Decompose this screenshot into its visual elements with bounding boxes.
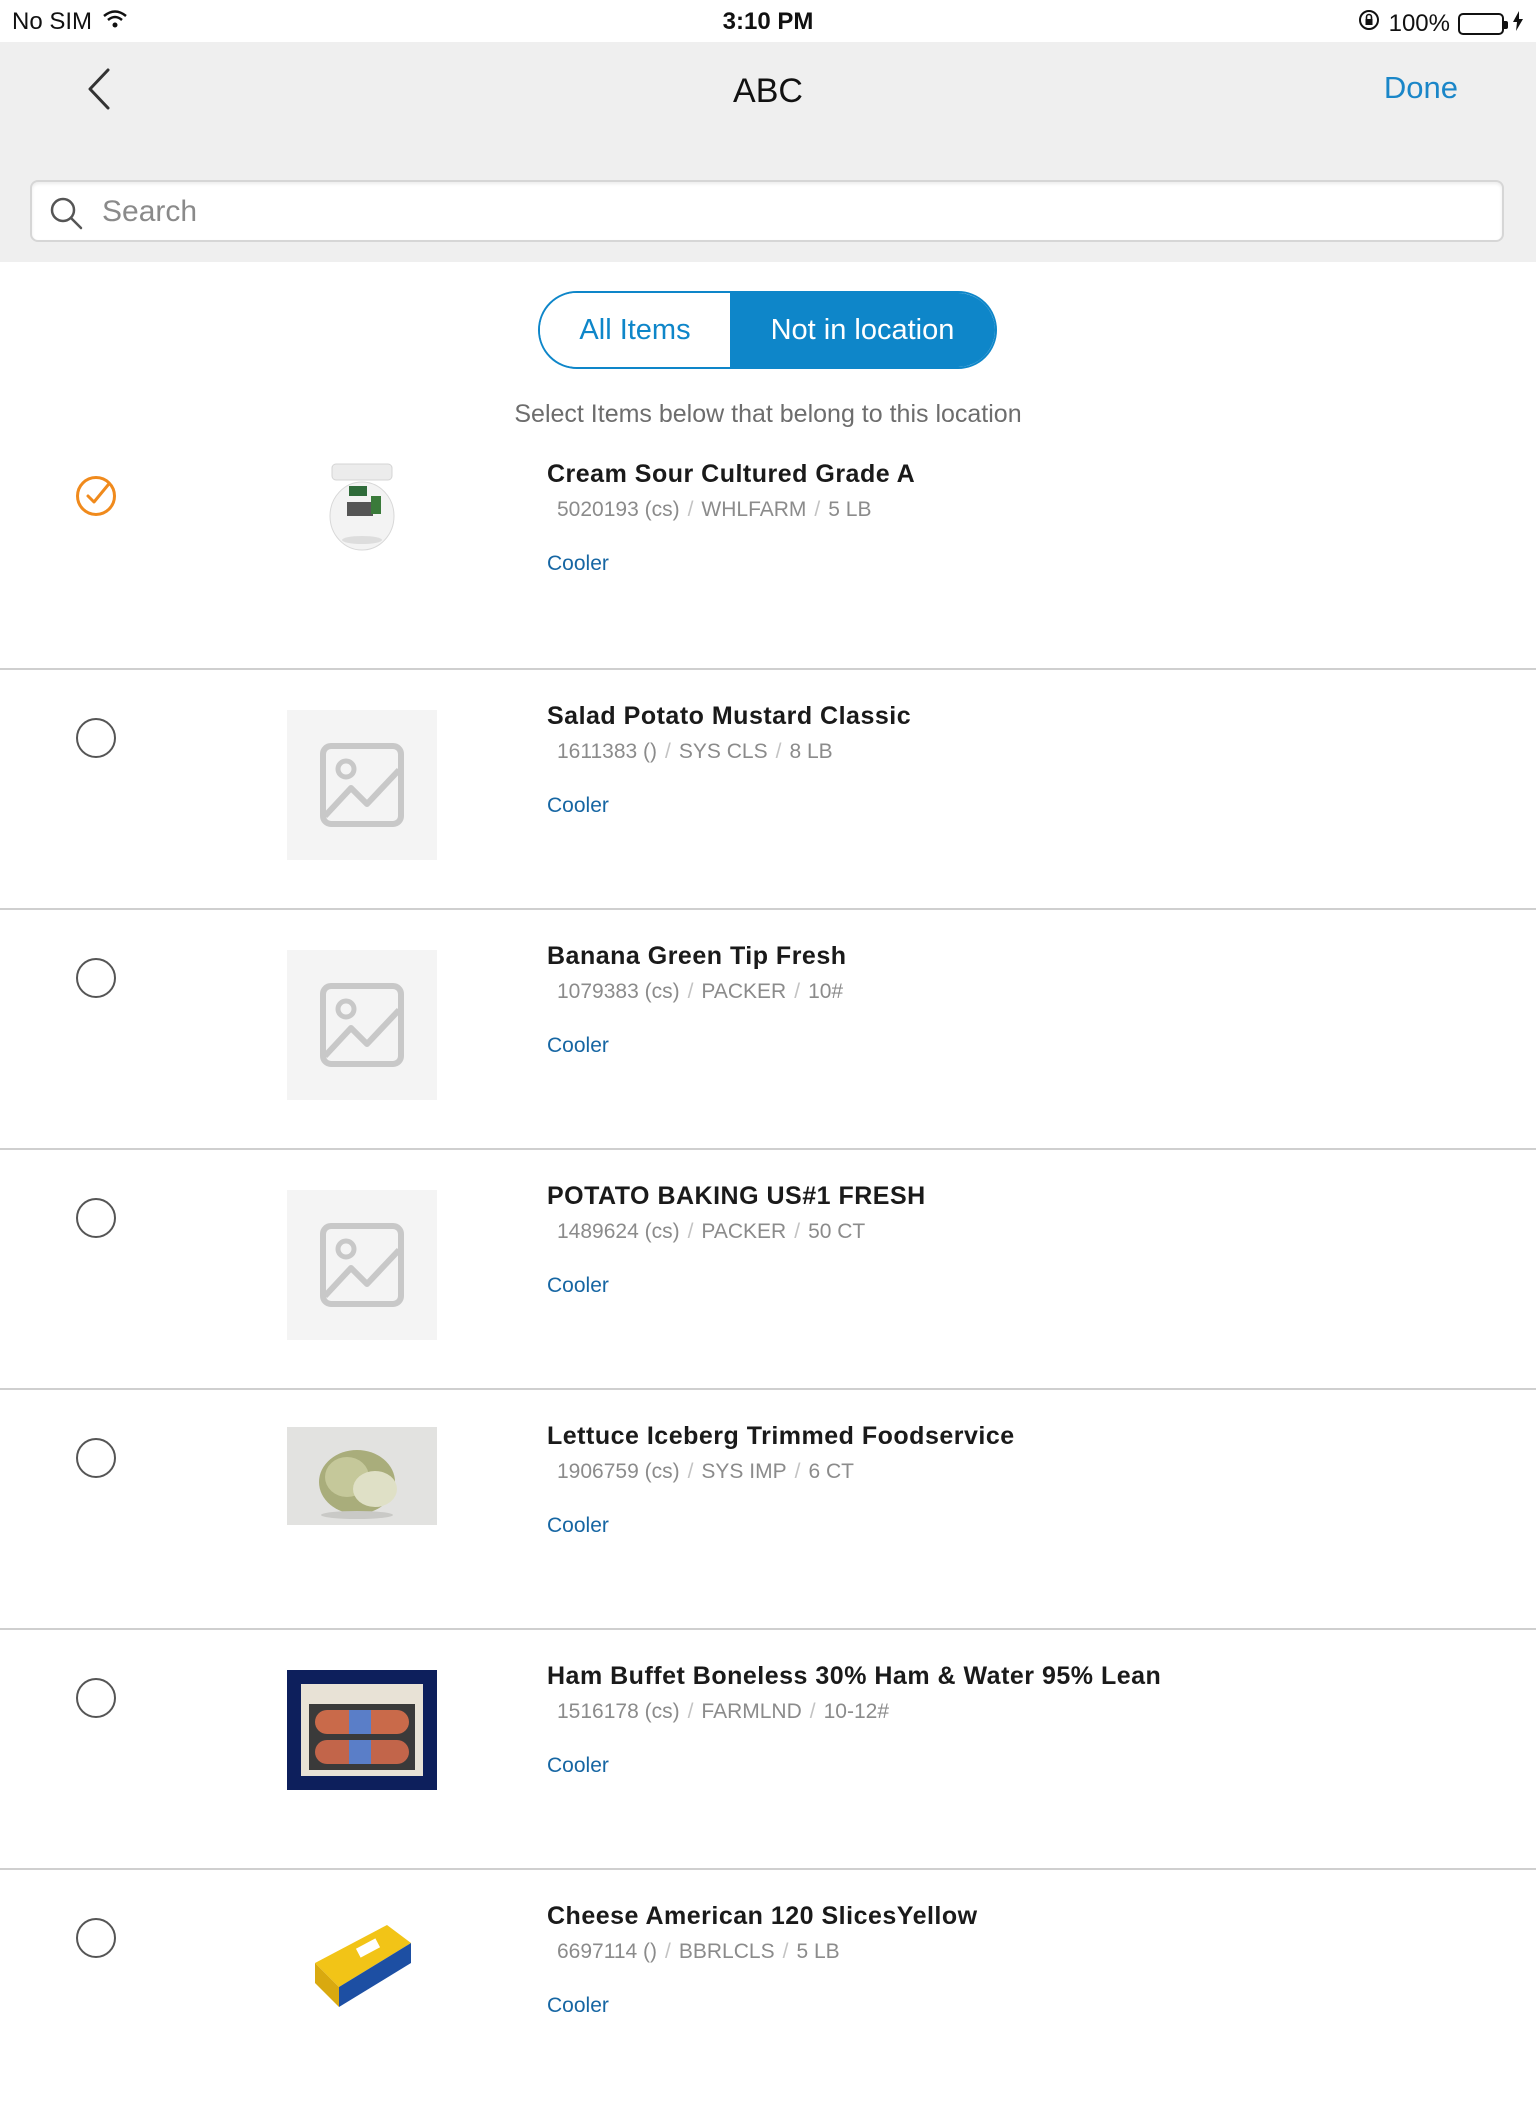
done-button[interactable]: Done: [1384, 70, 1458, 106]
segment-not-in-location[interactable]: Not in location: [730, 293, 995, 367]
separator: /: [794, 1460, 801, 1483]
item-details: 5020193 (cs) / WHLFARM / 5 LB: [557, 498, 871, 522]
item-pack-size: 50 CT: [808, 1220, 866, 1243]
product-image: [287, 1915, 437, 2011]
search-icon: [50, 197, 83, 230]
nav-bar: ABC Done: [0, 42, 1536, 262]
item-location-link[interactable]: Cooler: [547, 794, 609, 818]
item-pack-size: 6 CT: [808, 1460, 854, 1483]
item-brand: SYS IMP: [701, 1460, 787, 1483]
item-code: 1611383 (): [557, 740, 658, 763]
separator: /: [687, 980, 694, 1003]
item-location-link[interactable]: Cooler: [547, 1514, 609, 1538]
item-details: 1079383 (cs) / PACKER / 10#: [557, 980, 843, 1004]
separator: /: [794, 980, 801, 1003]
item-name: Salad Potato Mustard Classic: [547, 702, 912, 730]
separator: /: [782, 1940, 789, 1963]
image-placeholder-icon: [287, 950, 437, 1100]
image-placeholder-icon: [287, 1190, 437, 1340]
unchecked-circle-icon[interactable]: [76, 1438, 116, 1478]
item-location-link[interactable]: Cooler: [547, 1754, 609, 1778]
list-item[interactable]: Cream Sour Cultured Grade A 5020193 (cs) /…: [0, 430, 1536, 670]
item-details: 6697114 () / BBRLCLS / 5 LB: [557, 1940, 840, 1964]
product-image: [287, 1670, 437, 1790]
item-location-link[interactable]: Cooler: [547, 1994, 609, 2018]
item-brand: PACKER: [701, 980, 787, 1003]
list-item[interactable]: Salad Potato Mustard Classic 1611383 () / S…: [0, 670, 1536, 910]
status-bar: No SIM 3:10 PM 100%: [0, 0, 1536, 42]
product-image: [287, 1427, 437, 1525]
page-title: ABC: [733, 72, 803, 110]
list-item[interactable]: Banana Green Tip Fresh 1079383 (cs) / PACKE…: [0, 910, 1536, 1150]
list-item[interactable]: Ham Buffet Boneless 30% Ham & Water 95% …: [0, 1630, 1536, 1870]
separator: /: [687, 498, 694, 521]
separator: /: [687, 1460, 694, 1483]
item-name: Cheese American 120 SlicesYellow: [547, 1902, 978, 1930]
checkmark-circle-icon[interactable]: [76, 476, 116, 516]
unchecked-circle-icon[interactable]: [76, 1918, 116, 1958]
separator: /: [794, 1220, 801, 1243]
item-code: 1516178 (cs): [557, 1700, 680, 1723]
separator: /: [687, 1220, 694, 1243]
unchecked-circle-icon[interactable]: [76, 1678, 116, 1718]
item-details: 1906759 (cs) / SYS IMP / 6 CT: [557, 1460, 854, 1484]
list-item[interactable]: POTATO BAKING US#1 FRESH 1489624 (cs) / PAC…: [0, 1150, 1536, 1390]
orientation-lock-icon: [1357, 8, 1381, 39]
search-input[interactable]: [102, 188, 1482, 236]
item-pack-size: 10-12#: [823, 1700, 890, 1723]
image-placeholder-icon: [287, 710, 437, 860]
item-pack-size: 8 LB: [789, 740, 833, 763]
charging-bolt-icon: [1512, 10, 1524, 38]
item-brand: FARMLND: [701, 1700, 802, 1723]
unchecked-circle-icon[interactable]: [76, 1198, 116, 1238]
item-code: 1079383 (cs): [557, 980, 680, 1003]
battery-percent: 100%: [1388, 9, 1450, 37]
filter-segmented-control: All Items Not in location: [538, 291, 997, 369]
item-details: 1611383 () / SYS CLS / 8 LB: [557, 740, 833, 764]
item-details: 1516178 (cs) / FARMLND / 10-12#: [557, 1700, 889, 1724]
separator: /: [687, 1700, 694, 1723]
product-image: [287, 456, 437, 556]
item-brand: SYS CLS: [678, 740, 768, 763]
list-item[interactable]: Lettuce Iceberg Trimmed Foodservice 19067…: [0, 1390, 1536, 1630]
item-code: 1489624 (cs): [557, 1220, 680, 1243]
item-details: 1489624 (cs) / PACKER / 50 CT: [557, 1220, 865, 1244]
item-pack-size: 5 LB: [828, 498, 872, 521]
instruction-text: Select Items below that belong to this l…: [514, 400, 1022, 428]
unchecked-circle-icon[interactable]: [76, 718, 116, 758]
item-location-link[interactable]: Cooler: [547, 1274, 609, 1298]
item-pack-size: 5 LB: [796, 1940, 840, 1963]
item-location-link[interactable]: Cooler: [547, 552, 609, 576]
item-brand: WHLFARM: [701, 498, 807, 521]
separator: /: [665, 1940, 671, 1963]
list-item[interactable]: Cheese American 120 SlicesYellow 6697114 …: [0, 1870, 1536, 2110]
item-name: Lettuce Iceberg Trimmed Foodservice: [547, 1422, 1015, 1450]
item-code: 6697114 (): [557, 1940, 658, 1963]
unchecked-circle-icon[interactable]: [76, 958, 116, 998]
battery-icon: [1458, 12, 1508, 35]
item-brand: PACKER: [701, 1220, 787, 1243]
segment-all-items[interactable]: All Items: [540, 293, 730, 367]
item-name: POTATO BAKING US#1 FRESH: [547, 1182, 926, 1210]
item-name: Banana Green Tip Fresh: [547, 942, 847, 970]
status-time: 3:10 PM: [722, 8, 814, 35]
status-right: 100%: [1357, 8, 1524, 39]
item-code: 1906759 (cs): [557, 1460, 680, 1483]
item-name: Cream Sour Cultured Grade A: [547, 460, 916, 488]
item-brand: BBRLCLS: [678, 1940, 775, 1963]
item-name: Ham Buffet Boneless 30% Ham & Water 95% …: [547, 1662, 1162, 1690]
item-pack-size: 10#: [808, 980, 844, 1003]
item-code: 5020193 (cs): [557, 498, 680, 521]
separator: /: [809, 1700, 816, 1723]
item-location-link[interactable]: Cooler: [547, 1034, 609, 1058]
separator: /: [775, 740, 782, 763]
separator: /: [665, 740, 671, 763]
separator: /: [814, 498, 821, 521]
search-bar[interactable]: [30, 180, 1504, 242]
